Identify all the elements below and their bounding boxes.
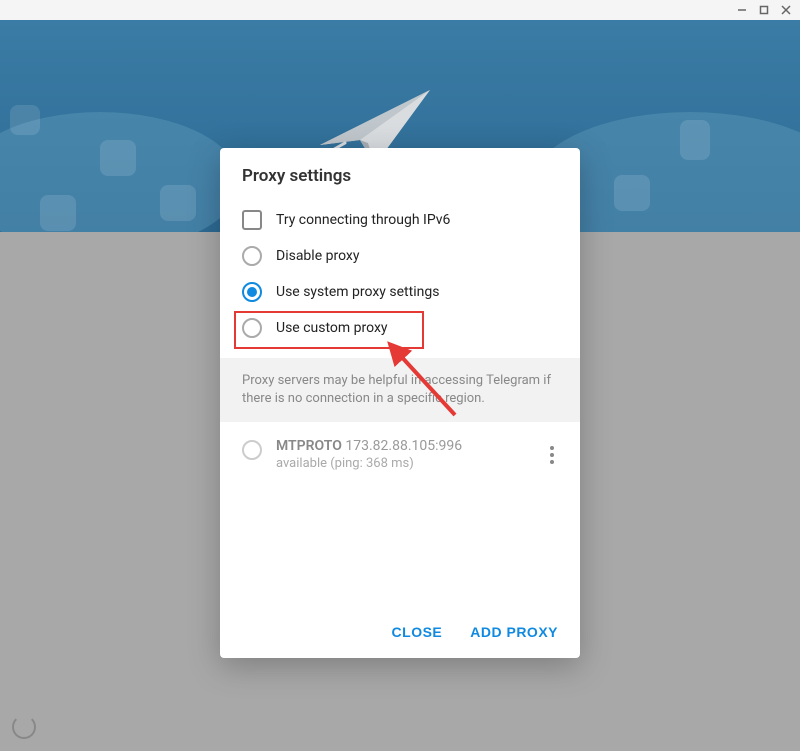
proxy-settings-dialog: Proxy settings Try connecting through IP…	[220, 148, 580, 658]
proxy-item-menu-button[interactable]	[546, 438, 558, 472]
option-label: Use custom proxy	[276, 320, 388, 336]
option-label: Use system proxy settings	[276, 284, 439, 300]
option-ipv6[interactable]: Try connecting through IPv6	[242, 202, 558, 238]
dialog-actions: CLOSE ADD PROXY	[220, 608, 580, 658]
close-window-button[interactable]	[780, 4, 792, 16]
option-disable-proxy[interactable]: Disable proxy	[242, 238, 558, 274]
maximize-button[interactable]	[758, 4, 770, 16]
option-system-proxy[interactable]: Use system proxy settings	[242, 274, 558, 310]
proxy-status: available (ping: 368 ms)	[276, 456, 532, 471]
proxy-info: MTPROTO 173.82.88.105:996 available (pin…	[276, 438, 532, 471]
proxy-list-item[interactable]: MTPROTO 173.82.88.105:996 available (pin…	[220, 422, 580, 488]
dialog-title: Proxy settings	[220, 148, 580, 200]
loading-spinner-icon	[12, 715, 36, 739]
option-custom-proxy[interactable]: Use custom proxy	[242, 310, 558, 346]
add-proxy-button[interactable]: ADD PROXY	[470, 624, 558, 640]
radio-icon	[242, 318, 262, 338]
window-titlebar	[0, 0, 800, 20]
option-label: Try connecting through IPv6	[276, 212, 450, 228]
proxy-options-group: Try connecting through IPv6 Disable prox…	[220, 200, 580, 358]
radio-icon	[242, 246, 262, 266]
radio-icon	[242, 440, 262, 460]
checkbox-icon	[242, 210, 262, 230]
close-button[interactable]: CLOSE	[392, 624, 443, 640]
option-label: Disable proxy	[276, 248, 359, 264]
proxy-protocol: MTPROTO	[276, 438, 342, 454]
minimize-button[interactable]	[736, 4, 748, 16]
radio-icon	[242, 282, 262, 302]
info-text: Proxy servers may be helpful in accessin…	[220, 358, 580, 422]
proxy-address: 173.82.88.105:996	[345, 438, 462, 454]
